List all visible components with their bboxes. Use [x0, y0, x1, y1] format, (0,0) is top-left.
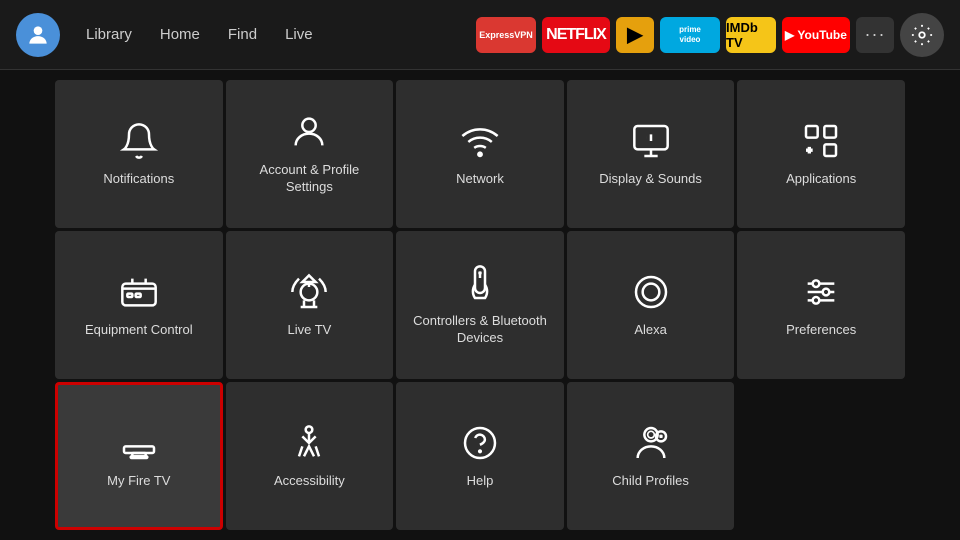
more-apps-button[interactable]: ··· — [856, 17, 894, 53]
account-label: Account & Profile Settings — [236, 162, 384, 196]
nav-links: Library Home Find Live — [74, 20, 325, 49]
grid-item-alexa[interactable]: Alexa — [567, 231, 735, 379]
live-tv-label: Live TV — [287, 322, 331, 339]
notifications-label: Notifications — [103, 171, 174, 188]
grid-item-network[interactable]: Network — [396, 80, 564, 228]
nav-live[interactable]: Live — [273, 20, 325, 49]
grid-item-display[interactable]: Display & Sounds — [567, 80, 735, 228]
top-navigation: Library Home Find Live ExpressVPN NETFLI… — [0, 0, 960, 70]
grid-item-notifications[interactable]: Notifications — [55, 80, 223, 228]
grid-item-live-tv[interactable]: Live TV — [226, 231, 394, 379]
grid-item-help[interactable]: Help — [396, 382, 564, 530]
grid-item-empty — [737, 382, 905, 530]
preferences-label: Preferences — [786, 322, 856, 339]
grid-item-controllers[interactable]: Controllers & Bluetooth Devices — [396, 231, 564, 379]
nav-library[interactable]: Library — [74, 20, 144, 49]
grid-item-accessibility[interactable]: Accessibility — [226, 382, 394, 530]
child-profiles-label: Child Profiles — [612, 473, 689, 490]
grid-item-equipment[interactable]: Equipment Control — [55, 231, 223, 379]
grid-item-account[interactable]: Account & Profile Settings — [226, 80, 394, 228]
nav-find[interactable]: Find — [216, 20, 269, 49]
app-netflix[interactable]: NETFLIX — [542, 17, 610, 53]
app-plex[interactable]: ▶ — [616, 17, 654, 53]
app-expressvpn[interactable]: ExpressVPN — [476, 17, 536, 53]
alexa-label: Alexa — [634, 322, 667, 339]
display-label: Display & Sounds — [599, 171, 702, 188]
accessibility-label: Accessibility — [274, 473, 345, 490]
app-shortcuts: ExpressVPN NETFLIX ▶ primevideo IMDb TV … — [476, 13, 944, 57]
app-imdb[interactable]: IMDb TV — [726, 17, 776, 53]
nav-home[interactable]: Home — [148, 20, 212, 49]
settings-grid: Notifications Account & Profile Settings… — [0, 70, 960, 540]
grid-item-applications[interactable]: Applications — [737, 80, 905, 228]
applications-label: Applications — [786, 171, 856, 188]
user-avatar[interactable] — [16, 13, 60, 57]
grid-item-my-fire-tv[interactable]: My Fire TV — [55, 382, 223, 530]
my-fire-tv-label: My Fire TV — [107, 473, 170, 490]
equipment-label: Equipment Control — [85, 322, 193, 339]
app-youtube[interactable]: ▶ YouTube — [782, 17, 850, 53]
grid-item-child-profiles[interactable]: Child Profiles — [567, 382, 735, 530]
help-label: Help — [467, 473, 494, 490]
app-prime[interactable]: primevideo — [660, 17, 720, 53]
grid-item-preferences[interactable]: Preferences — [737, 231, 905, 379]
controllers-label: Controllers & Bluetooth Devices — [406, 313, 554, 347]
network-label: Network — [456, 171, 504, 188]
settings-button[interactable] — [900, 13, 944, 57]
